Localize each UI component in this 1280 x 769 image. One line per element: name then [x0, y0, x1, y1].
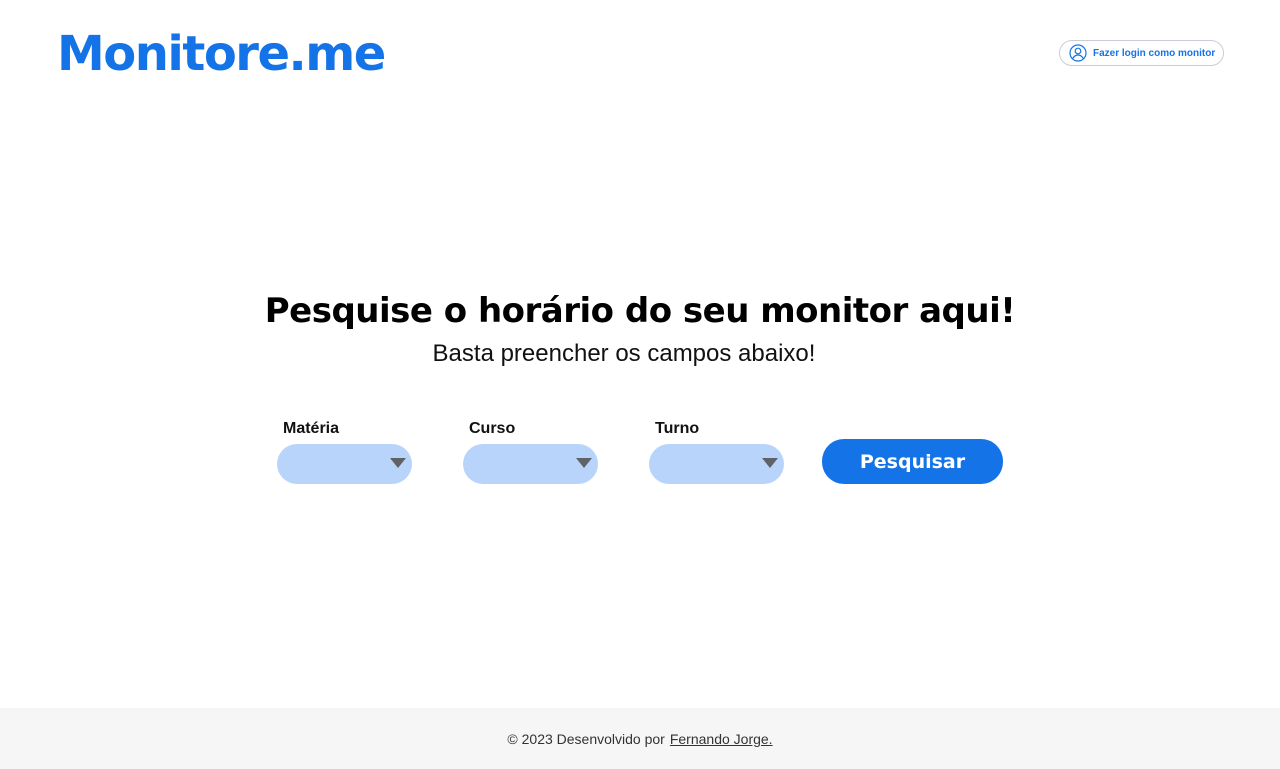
author-link[interactable]: Fernando Jorge. — [670, 731, 773, 747]
chevron-down-icon — [390, 458, 406, 468]
page-subtitle: Basta preencher os campos abaixo! — [432, 340, 816, 367]
logo[interactable]: Monitore.me — [57, 24, 386, 84]
turno-label: Turno — [655, 420, 700, 437]
user-circle-icon — [1069, 44, 1087, 62]
page: Monitore.me Fazer login como monitor Pes… — [0, 0, 1280, 769]
curso-select[interactable] — [463, 444, 598, 484]
page-title: Pesquise o horário do seu monitor aqui! — [264, 291, 1016, 331]
chevron-down-icon — [762, 458, 778, 468]
login-button-label: Fazer login como monitor — [1093, 47, 1216, 59]
search-button[interactable]: Pesquisar — [822, 439, 1003, 484]
materia-label: Matéria — [283, 420, 340, 437]
footer: © 2023 Desenvolvido por Fernando Jorge. — [0, 708, 1280, 769]
footer-text: © 2023 Desenvolvido por — [507, 730, 665, 747]
login-as-monitor-button[interactable]: Fazer login como monitor — [1059, 40, 1224, 66]
turno-select[interactable] — [649, 444, 784, 484]
curso-label: Curso — [469, 420, 516, 437]
materia-select[interactable] — [277, 444, 412, 484]
chevron-down-icon — [576, 458, 592, 468]
